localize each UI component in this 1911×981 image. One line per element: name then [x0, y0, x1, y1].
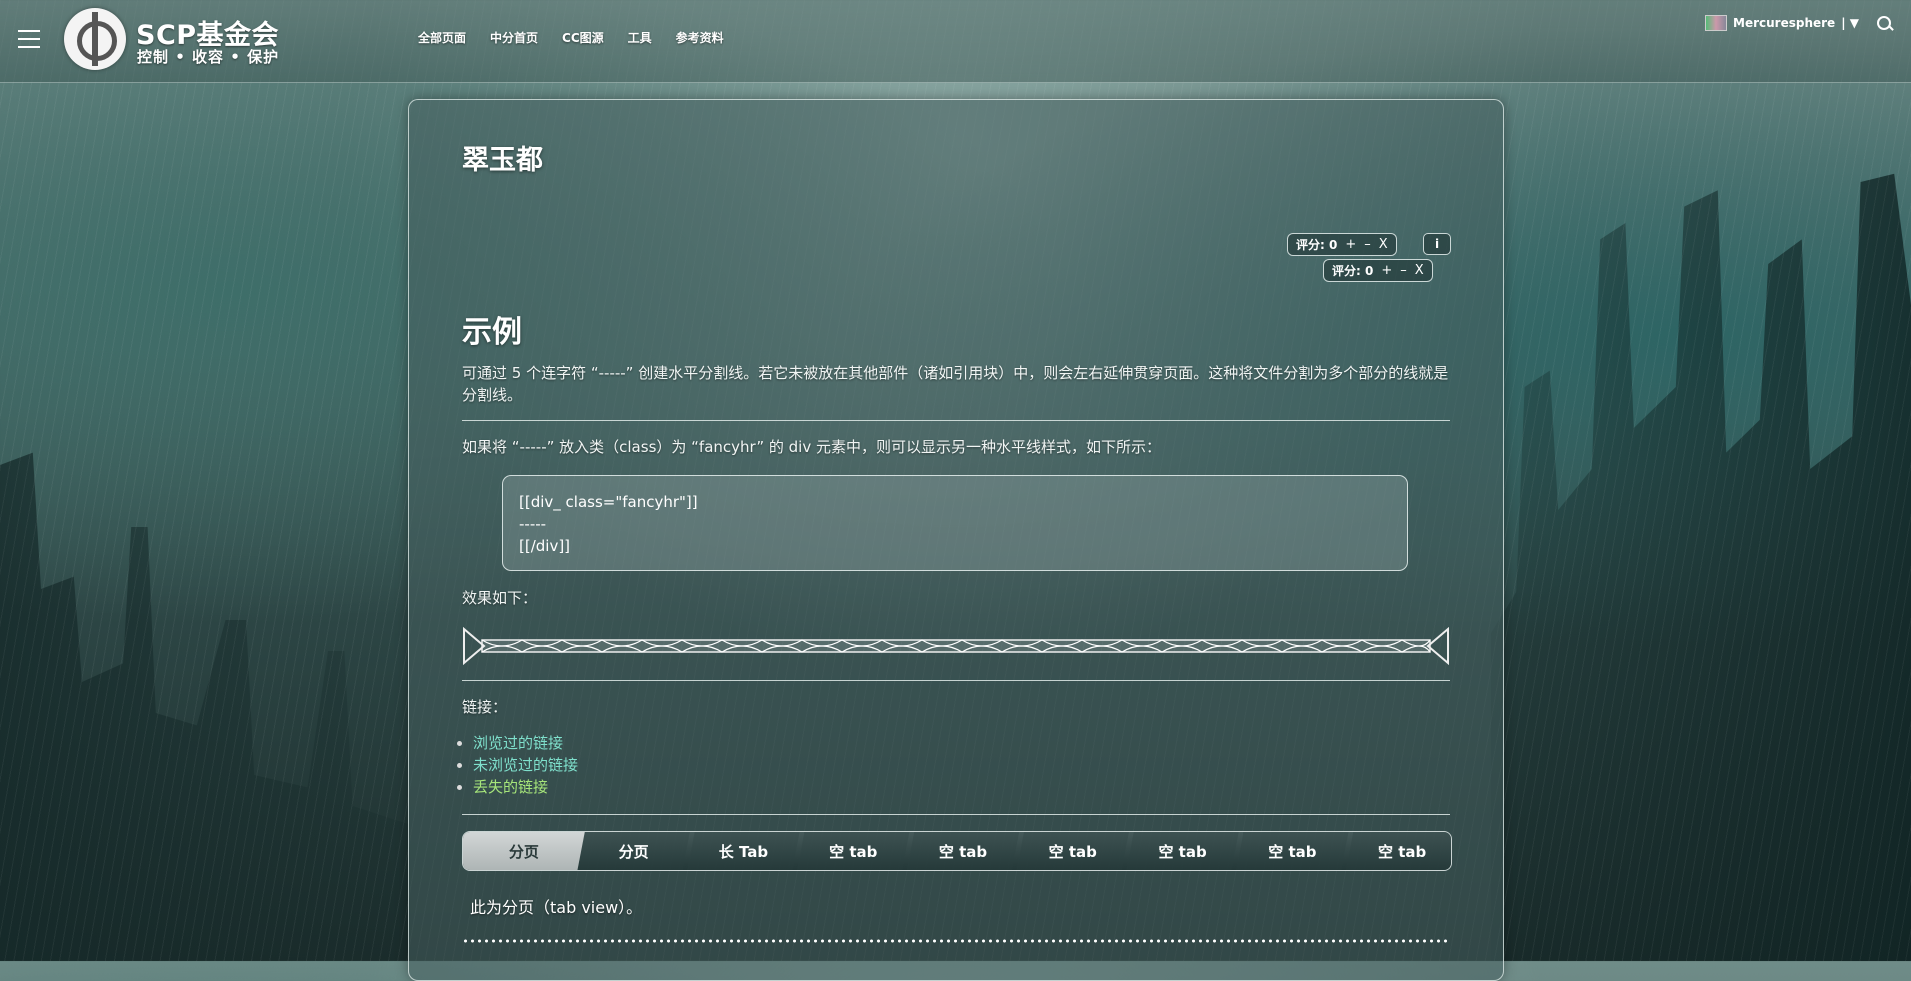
list-item: 浏览过的链接 — [473, 732, 578, 754]
rating-widget-2: 评分: 0 + – X — [1323, 259, 1433, 282]
info-button[interactable]: i — [1423, 233, 1451, 255]
menu-icon[interactable] — [18, 30, 40, 48]
user-bar: Mercuresphere | ▼ — [1705, 15, 1891, 31]
tab-empty-3[interactable]: 空 tab — [1011, 832, 1134, 870]
search-icon[interactable] — [1877, 16, 1891, 30]
page-title: 翠玉都 — [462, 145, 543, 176]
nav-references[interactable]: 参考资料 — [676, 29, 724, 46]
rate-down-button[interactable]: – — [1364, 237, 1371, 252]
top-nav: 全部页面 中分首页 CC图源 工具 参考资料 — [418, 29, 748, 46]
fancy-hr — [463, 627, 1449, 665]
horizontal-rule — [462, 420, 1450, 421]
horizontal-rule — [462, 814, 1450, 815]
rating-label: 评分: 0 — [1296, 238, 1338, 252]
tab-page-2[interactable]: 分页 — [572, 832, 695, 870]
nav-all-pages[interactable]: 全部页面 — [418, 29, 466, 46]
top-bar: SCP基金会 控制 • 收容 • 保护 全部页面 中分首页 CC图源 工具 参考… — [0, 0, 1911, 83]
section-heading: 示例 — [462, 315, 522, 350]
code-line: ----- — [519, 515, 547, 533]
username[interactable]: Mercuresphere — [1733, 16, 1835, 30]
tab-page-1[interactable]: 分页 — [463, 832, 585, 870]
rate-up-button[interactable]: + — [1381, 263, 1392, 278]
tab-view: 分页 分页 长 Tab 空 tab 空 tab 空 tab 空 tab 空 ta… — [462, 831, 1452, 871]
rate-up-button[interactable]: + — [1345, 237, 1356, 252]
horizontal-rule — [462, 680, 1450, 681]
nav-tools[interactable]: 工具 — [628, 29, 652, 46]
nav-cn-home[interactable]: 中分首页 — [490, 29, 538, 46]
content-panel: 翠玉都 评分: 0 + – X i 评分: 0 + – X 示例 可通过 5 个… — [408, 99, 1504, 981]
missing-link[interactable]: 丢失的链接 — [473, 778, 548, 796]
links-list: 浏览过的链接 未浏览过的链接 丢失的链接 — [449, 732, 578, 798]
code-line: [[/div]] — [519, 537, 571, 555]
paragraph-fancyhr-intro: 如果将 “-----” 放入类（class）为 “fancyhr” 的 div … — [462, 438, 1161, 456]
brand-subtitle: 控制 • 收容 • 保护 — [137, 48, 280, 66]
tab-long[interactable]: 长 Tab — [682, 832, 805, 870]
tab-empty-6[interactable]: 空 tab — [1341, 832, 1451, 870]
links-label: 链接： — [462, 698, 508, 716]
list-item: 丢失的链接 — [473, 776, 578, 798]
avatar[interactable] — [1705, 15, 1728, 31]
tab-empty-5[interactable]: 空 tab — [1231, 832, 1354, 870]
tab-empty-2[interactable]: 空 tab — [902, 832, 1024, 870]
rating-label: 评分: 0 — [1332, 264, 1374, 278]
paragraph-result: 效果如下： — [462, 589, 538, 607]
visited-link[interactable]: 浏览过的链接 — [473, 734, 563, 752]
rate-cancel-button[interactable]: X — [1379, 237, 1388, 252]
background-city-right — [1491, 173, 1911, 961]
code-line: [[div_ class="fancyhr"]] — [519, 493, 698, 511]
tab-empty-1[interactable]: 空 tab — [792, 832, 915, 870]
user-menu-toggle[interactable]: | ▼ — [1841, 16, 1859, 30]
rate-down-button[interactable]: – — [1400, 263, 1407, 278]
nav-cc-images[interactable]: CC图源 — [562, 29, 604, 46]
list-item: 未浏览过的链接 — [473, 754, 578, 776]
rate-cancel-button[interactable]: X — [1415, 263, 1424, 278]
tab-empty-4[interactable]: 空 tab — [1121, 832, 1244, 870]
tab-content: 此为分页（tab view）。 — [470, 898, 643, 917]
scp-logo[interactable] — [64, 8, 126, 70]
rating-widget-1: 评分: 0 + – X — [1287, 233, 1397, 256]
paragraph-hr-intro: 可通过 5 个连字符 “-----” 创建水平分割线。若它未被放在其他部件（诸如… — [462, 364, 1449, 404]
unvisited-link[interactable]: 未浏览过的链接 — [473, 756, 578, 774]
background-city-left — [0, 452, 410, 961]
code-block: [[div_ class="fancyhr"]] ----- [[/div]] — [502, 475, 1408, 571]
dotted-divider — [462, 939, 1450, 943]
